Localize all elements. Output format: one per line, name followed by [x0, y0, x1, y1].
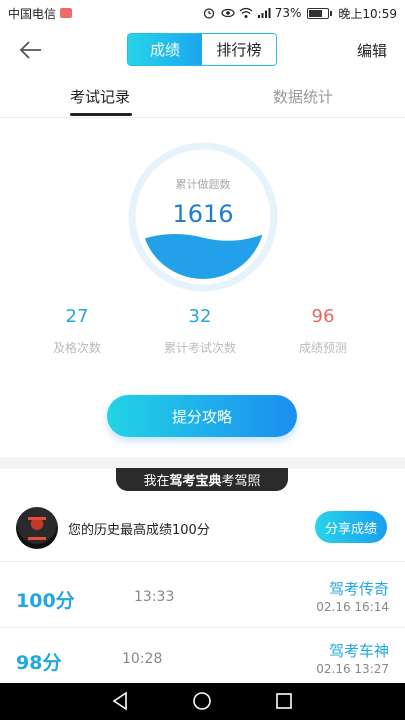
carrier-name: 中国电信: [8, 6, 57, 21]
wifi-icon: [239, 7, 253, 19]
list-item[interactable]: 98分 10:28 驾考车神 02.16 13:27: [0, 628, 405, 690]
triangle-back-icon: [112, 691, 127, 711]
eye-icon: [221, 7, 235, 19]
alarm-icon: [203, 7, 215, 19]
battery-icon: [307, 7, 333, 19]
improve-score-button[interactable]: 提分攻略: [107, 395, 297, 437]
stat-exam-count: 32 累计考试次数: [140, 306, 260, 356]
carrier-badge-icon: [60, 8, 73, 18]
best-score-row: 您的历史最高成绩100分 分享成绩: [0, 500, 405, 562]
app-screen: 中国电信 73% 晚上10:59 成绩 排行榜 编辑 考试记录 数据统计 累计做…: [0, 0, 405, 720]
stat-value: 96: [311, 306, 335, 327]
status-icons: 73% 晚上10:59: [203, 5, 397, 22]
signal-icon: [257, 7, 271, 19]
active-tab-indicator: [70, 113, 132, 116]
circle-home-icon: [193, 692, 211, 710]
record-duration: 10:28: [122, 651, 163, 667]
promo-prefix: 我在: [143, 474, 170, 489]
edit-button[interactable]: 编辑: [357, 40, 387, 61]
stat-score-prediction: 96 成绩预测: [263, 306, 383, 356]
record-duration: 13:33: [134, 589, 175, 605]
share-score-button[interactable]: 分享成绩: [315, 511, 387, 543]
promo-suffix: 考驾照: [221, 474, 261, 489]
app-header: 成绩 排行榜 编辑: [0, 26, 405, 74]
clock: 晚上10:59: [338, 6, 397, 21]
segment-leaderboard[interactable]: 排行榜: [202, 34, 276, 65]
sub-tabs: 考试记录 数据统计: [0, 78, 405, 118]
stat-value: 27: [65, 306, 89, 327]
promo-banner: 我在 驾考宝典 考驾照: [116, 468, 288, 491]
stat-pass-count: 27 及格次数: [17, 306, 137, 356]
segment-control: 成绩 排行榜: [127, 33, 277, 66]
stat-label: 及格次数: [52, 341, 101, 355]
status-bar: 中国电信 73% 晚上10:59: [0, 0, 405, 26]
record-title: 驾考车神: [328, 642, 389, 660]
promo-brand: 驾考宝典: [169, 474, 222, 489]
record-time: 02.16 13:27: [316, 662, 389, 676]
list-item[interactable]: 100分 13:33 驾考传奇 02.16 16:14: [0, 566, 405, 628]
avatar: [16, 507, 58, 549]
nav-home-button[interactable]: [190, 689, 214, 713]
tab-exam-records[interactable]: 考试记录: [70, 86, 130, 107]
back-arrow-icon: [19, 41, 41, 59]
nav-recents-button[interactable]: [272, 689, 296, 713]
battery-percent: 73%: [274, 6, 302, 20]
best-score-text: 您的历史最高成绩100分: [68, 523, 210, 538]
record-score: 100分: [16, 590, 75, 612]
segment-scores[interactable]: 成绩: [128, 34, 202, 65]
progress-label: 累计做题数: [175, 178, 231, 191]
system-nav-bar: [0, 683, 405, 720]
stat-label: 累计考试次数: [163, 341, 236, 355]
questions-progress-circle: 累计做题数 1616: [128, 142, 278, 292]
stat-label: 成绩预测: [298, 341, 347, 355]
nav-back-button[interactable]: [108, 689, 132, 713]
stat-value: 32: [188, 306, 212, 327]
back-button[interactable]: [14, 34, 48, 66]
tab-data-stats[interactable]: 数据统计: [273, 86, 333, 107]
square-recents-icon: [276, 693, 292, 709]
progress-value: 1616: [172, 200, 234, 228]
record-score: 98分: [16, 652, 62, 674]
record-title: 驾考传奇: [328, 580, 389, 598]
carrier-group: 中国电信: [8, 5, 73, 22]
record-time: 02.16 16:14: [316, 600, 389, 614]
